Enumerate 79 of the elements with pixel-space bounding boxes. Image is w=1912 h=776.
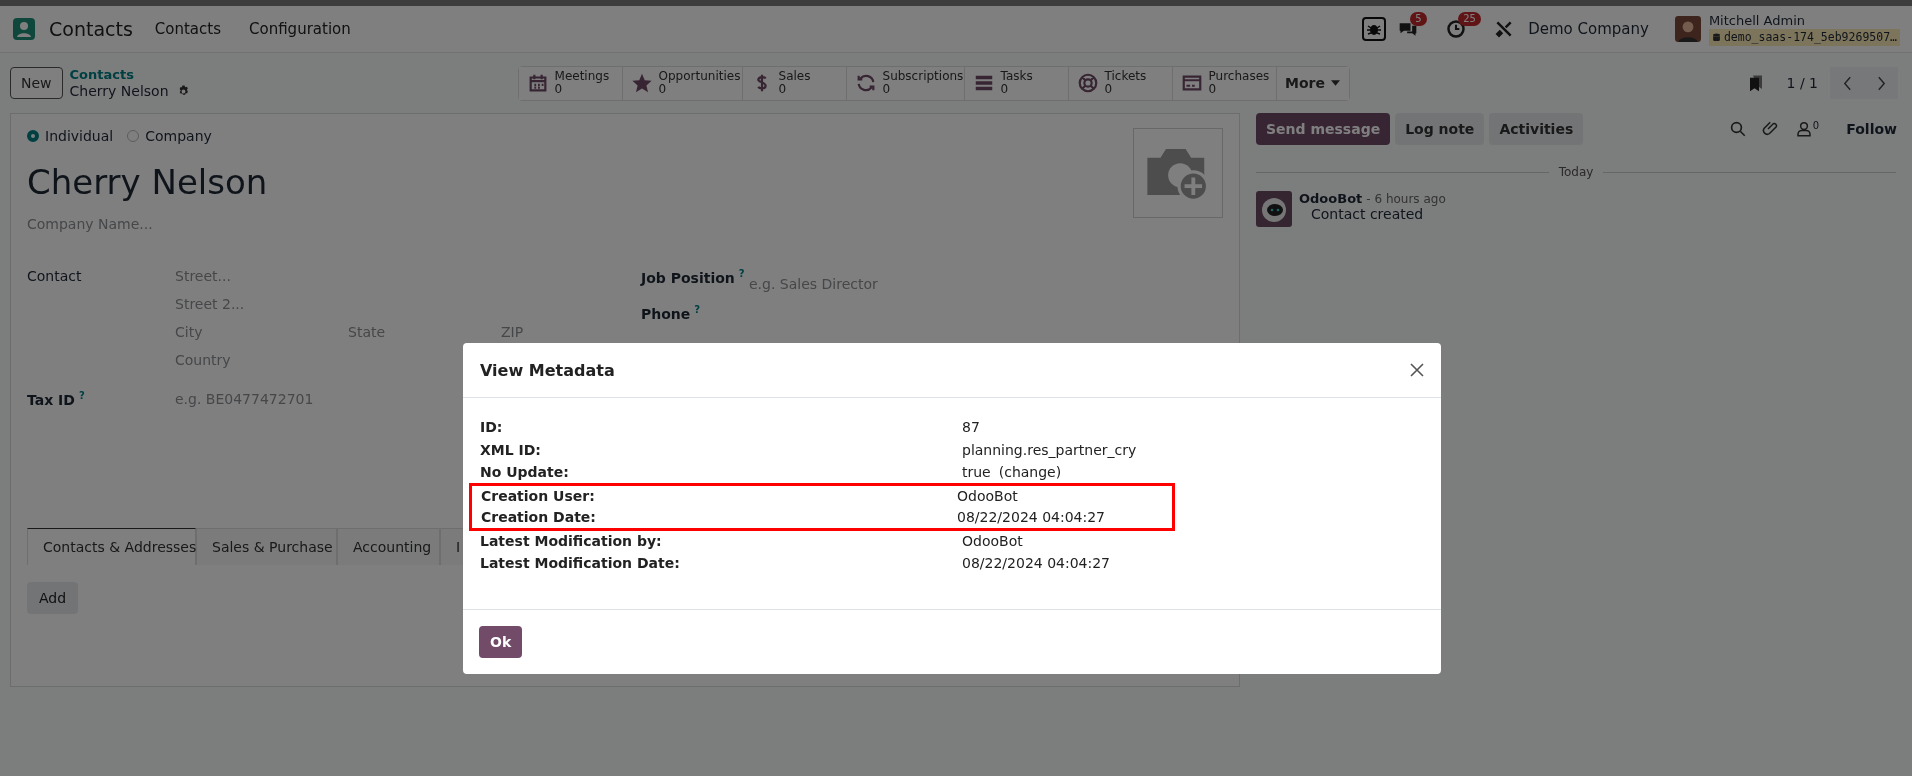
metadata-value: 08/22/2024 04:04:27 <box>957 509 1106 525</box>
record-name: Cherry Nelson <box>69 83 169 100</box>
help-tooltip[interactable]: ? <box>78 390 85 401</box>
database-icon <box>1711 33 1721 42</box>
tax-id-field[interactable]: e.g. BE0477472701 <box>175 390 475 408</box>
message-text: Contact created <box>1311 206 1424 222</box>
search-icon[interactable] <box>1728 120 1747 138</box>
app-name[interactable]: Contacts <box>49 18 133 40</box>
metadata-value: OdooBot <box>962 532 1023 549</box>
bug-icon[interactable] <box>1362 17 1387 41</box>
notebook-tab[interactable]: Contacts & Addresses <box>27 527 196 565</box>
metadata-value: 87 <box>962 419 980 436</box>
metadata-label: No Update: <box>480 464 570 481</box>
metadata-value: OdooBot <box>957 488 1018 504</box>
metadata-label: Creation Date: <box>481 509 597 525</box>
street2-field[interactable]: Street 2... <box>175 296 475 312</box>
notebook-tab[interactable]: Sales & Purchase <box>196 527 337 565</box>
database-name: demo_saas-174_5eb9269507… <box>1708 29 1900 46</box>
metadata-label: XML ID: <box>480 441 542 458</box>
chatter-button[interactable]: Activities <box>1489 113 1584 145</box>
chatter-button[interactable]: Log note <box>1395 113 1485 145</box>
help-tooltip[interactable]: ? <box>694 303 701 315</box>
menu-item[interactable]: Configuration <box>249 20 351 38</box>
add-button[interactable]: Add <box>27 581 79 614</box>
field-label: Tax ID <box>27 391 75 408</box>
metadata-label: Latest Modification by: <box>480 532 663 549</box>
person-icon[interactable] <box>1794 120 1813 138</box>
breadcrumb-link[interactable]: Contacts <box>69 66 190 83</box>
change-link[interactable]: (change) <box>998 464 1062 481</box>
contact-name[interactable]: Cherry Nelson <box>27 162 327 202</box>
radio-circle[interactable] <box>27 130 39 142</box>
zip-field[interactable]: ZIP <box>501 324 601 340</box>
message-author[interactable]: OdooBot <box>1299 191 1363 206</box>
chevron-right-icon <box>1876 75 1886 91</box>
company-type-radio[interactable]: Company <box>127 128 212 144</box>
paperclip-icon[interactable] <box>1761 120 1780 138</box>
pager-value[interactable]: 1 / 1 <box>1786 75 1818 91</box>
close-icon[interactable] <box>1409 362 1425 378</box>
metadata-label: ID: <box>480 419 504 436</box>
metadata-value: true <box>962 464 991 481</box>
job-position-field[interactable]: e.g. Sales Director <box>749 268 1049 300</box>
company-switcher[interactable]: Demo Company <box>1528 20 1649 38</box>
metadata-value: 08/22/2024 04:04:27 <box>962 555 1111 572</box>
smart-button[interactable]: Meetings 0 <box>518 66 623 100</box>
field-label: Job Position <box>641 269 735 286</box>
notebook-tab[interactable]: Accounting <box>337 527 440 565</box>
country-field[interactable]: Country <box>175 352 475 368</box>
field-label: Phone <box>641 305 691 322</box>
chatter-button[interactable]: Send message <box>1256 113 1391 145</box>
date-separator: Today <box>1558 165 1594 179</box>
app-logo-icon[interactable] <box>12 17 36 41</box>
metadata-label: Latest Modification Date: <box>480 555 681 572</box>
menu-item[interactable]: Contacts <box>154 20 221 38</box>
state-field[interactable]: State <box>348 324 501 340</box>
credit-card-icon <box>1180 72 1203 94</box>
metadata-label: Creation User: <box>481 488 596 504</box>
company-type-radio[interactable]: Individual <box>27 128 114 144</box>
chevron-left-icon <box>1842 75 1852 91</box>
message-time: - 6 hours ago <box>1366 192 1446 206</box>
street-field[interactable]: Street... <box>175 268 475 284</box>
company-name-field[interactable]: Company Name... <box>27 216 327 232</box>
star-icon <box>630 72 653 94</box>
radio-circle[interactable] <box>127 130 140 142</box>
dialog-title: View Metadata <box>480 360 615 380</box>
field-label: Contact <box>27 268 83 286</box>
lifebuoy-icon <box>1076 72 1099 94</box>
follow-button[interactable]: Follow <box>1846 121 1897 137</box>
follower-count: 0 <box>1812 120 1820 131</box>
message-count-badge: 5 <box>1410 12 1427 26</box>
metadata-value: planning.res_partner_cry <box>962 441 1137 458</box>
help-tooltip[interactable]: ? <box>738 268 745 279</box>
ok-button[interactable]: Ok <box>479 626 523 658</box>
activity-count-badge: 25 <box>1458 12 1481 26</box>
bot-avatar <box>1256 191 1292 227</box>
user-name[interactable]: Mitchell Admin <box>1708 12 1900 29</box>
user-avatar[interactable] <box>1674 16 1701 42</box>
new-button[interactable]: New <box>10 67 63 99</box>
caret-icon <box>1331 80 1340 86</box>
city-field[interactable]: City <box>175 324 348 340</box>
